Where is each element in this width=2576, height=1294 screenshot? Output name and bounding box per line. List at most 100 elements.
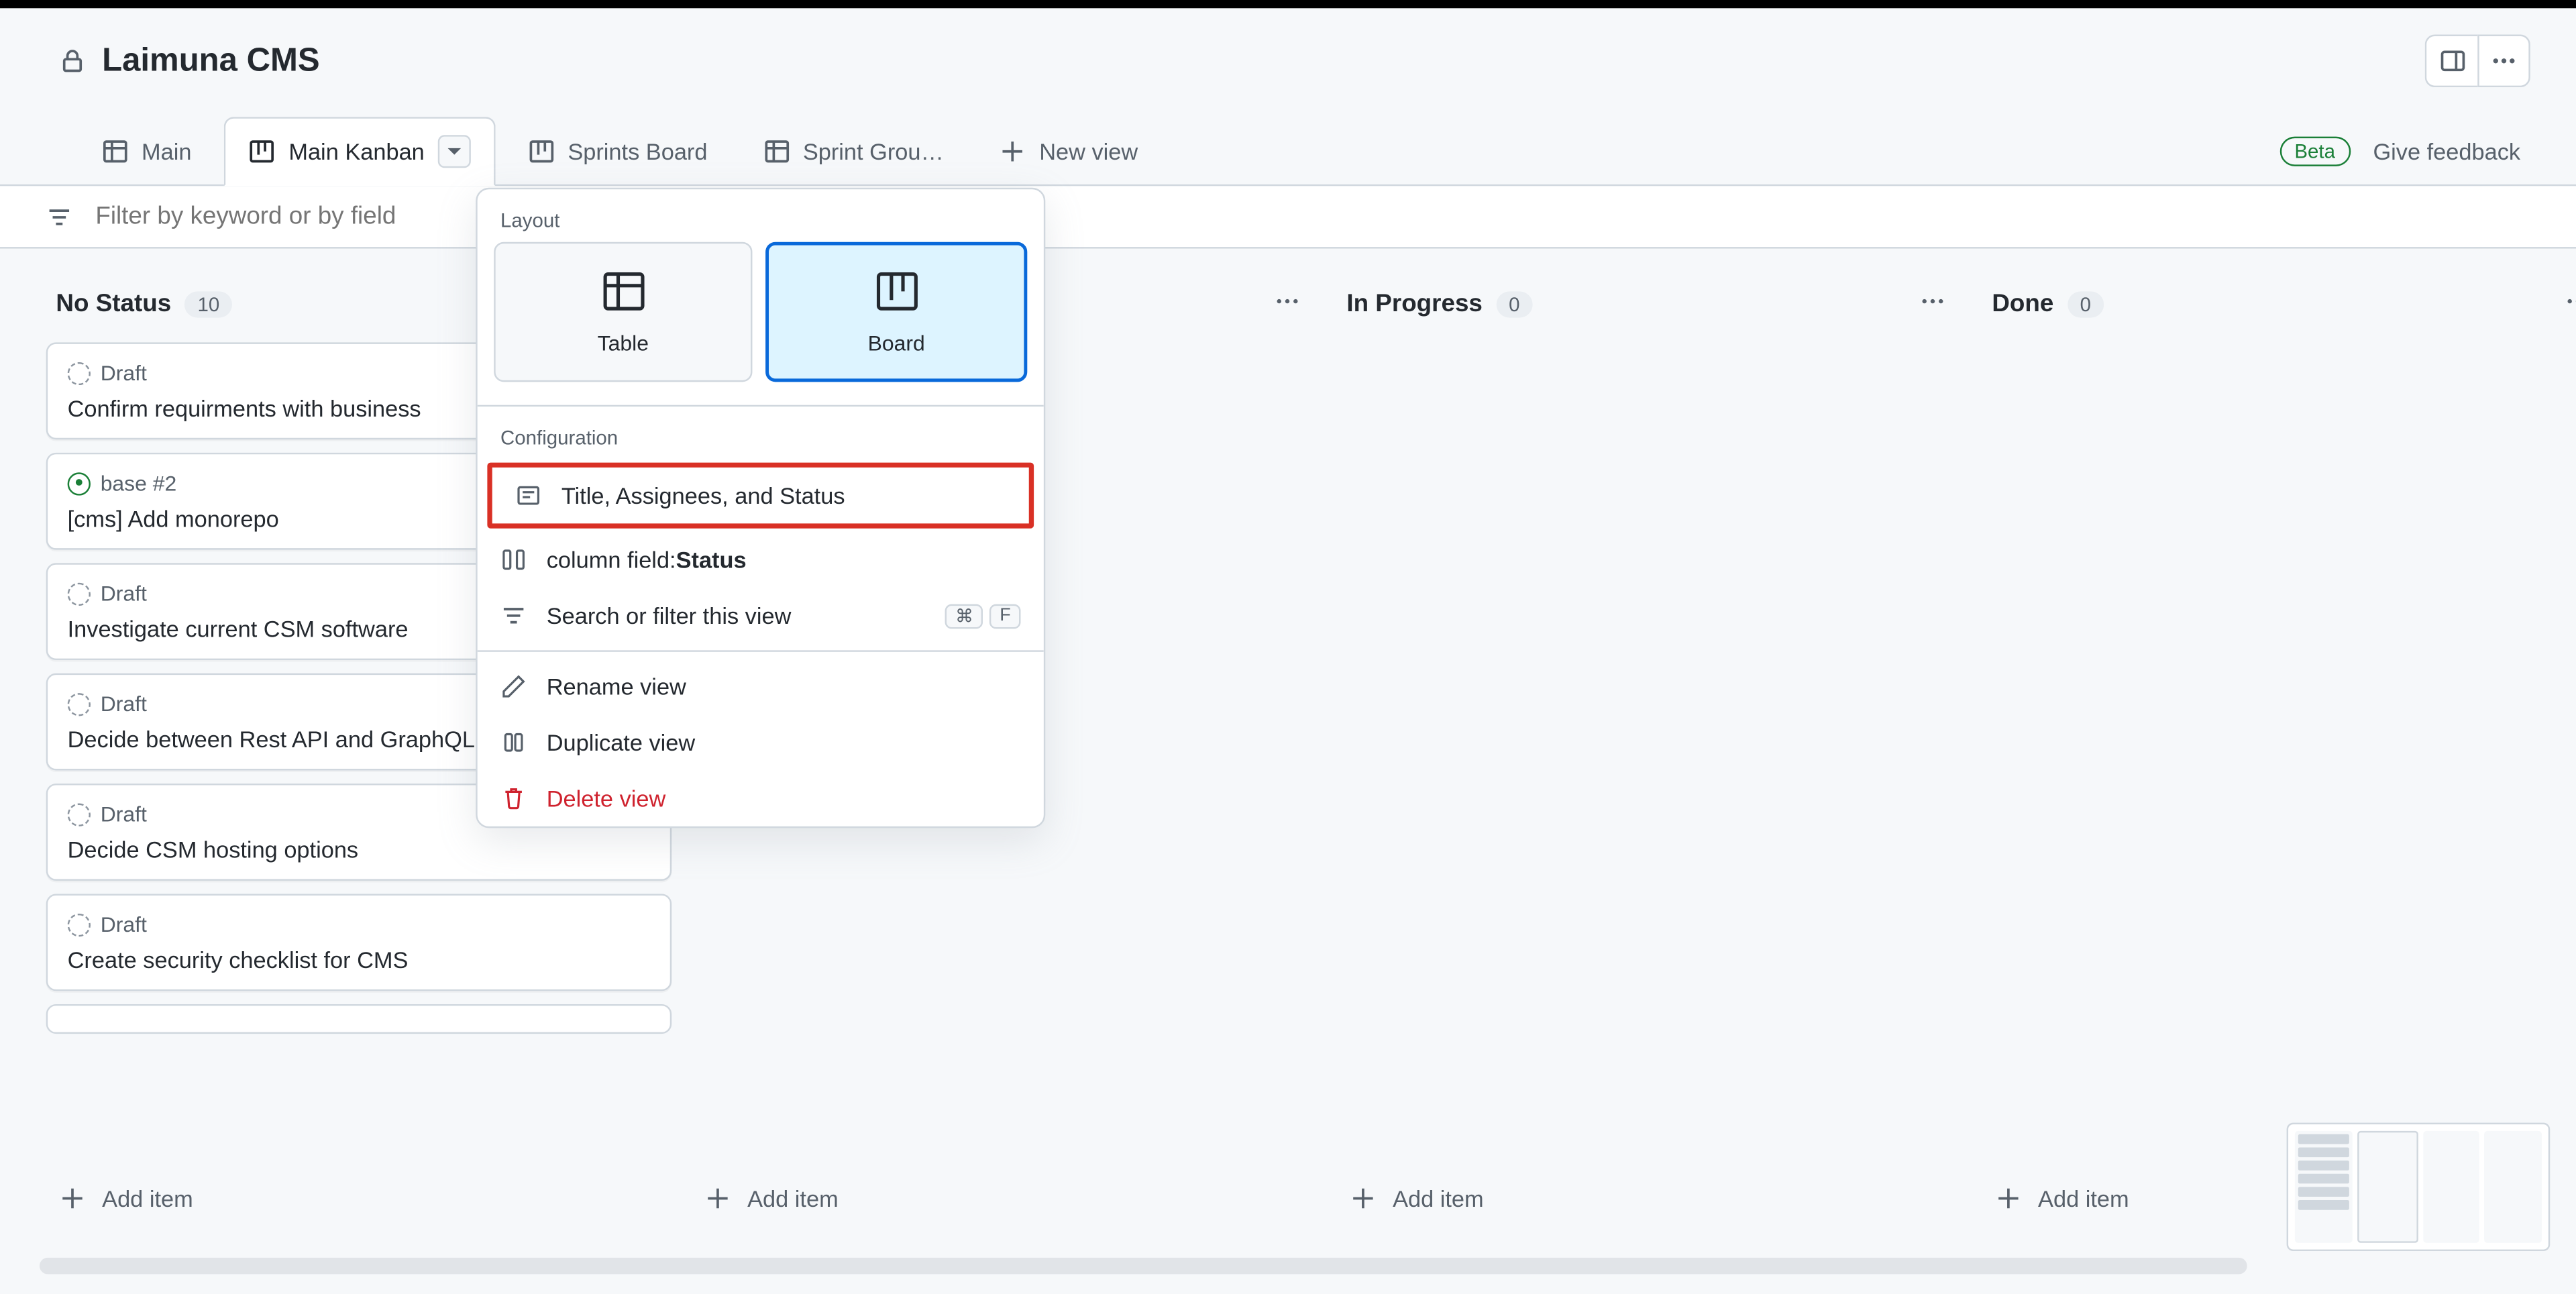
caret-down-icon [446,143,463,160]
view-options-dropdown: Layout Table Board Configuration Title, … [476,188,1045,828]
card-partial[interactable] [46,1004,672,1034]
card[interactable]: Draft Create security checklist for CMS [46,894,672,991]
project-title[interactable]: Laimuna CMS [102,42,320,80]
board-icon [249,138,275,164]
column-menu-button[interactable] [1913,282,1953,326]
column-field-label: column field:Status [547,547,747,573]
duplicate-view-label: Duplicate view [547,729,696,755]
tab-sprints-board[interactable]: Sprints Board [505,121,731,180]
tab-sprint-group[interactable]: Sprint Grou… [741,121,967,180]
board-icon [873,268,920,315]
note-icon [515,482,541,508]
table-icon [763,138,790,164]
add-item-label: Add item [747,1185,839,1211]
board-footer: Add item Add item Add item Add item [0,1165,2576,1231]
tab-label: Main [142,138,192,164]
plus-icon [1995,1185,2021,1211]
search-filter-label: Search or filter this view [547,602,792,629]
column-menu-button[interactable] [2559,282,2576,326]
window-top-border [0,0,2576,8]
lock-icon [59,48,85,74]
panel-icon [2439,48,2465,74]
column-title: No Status [56,290,171,318]
filter-icon [46,203,72,229]
issue-open-icon [68,472,91,494]
filter-bar [0,186,2576,248]
card-title: Create security checklist for CMS [68,947,594,973]
card-badge: Draft [101,802,147,826]
panel-toggle-button[interactable] [2425,35,2478,88]
project-header: Laimuna CMS [0,8,2576,94]
layout-option-board[interactable]: Board [765,242,1027,382]
table-icon [600,268,646,315]
kebab-icon [1919,288,1945,314]
trash-icon [500,786,527,812]
column-in-progress: In Progress 0 [1337,272,1963,343]
add-item-label: Add item [102,1185,193,1211]
column-done: Done 0 [1982,272,2576,343]
column-count: 10 [184,290,233,317]
card-badge: base #2 [101,471,177,496]
plus-icon [704,1185,731,1211]
filter-icon [500,602,527,629]
layout-option-table[interactable]: Table [494,242,752,382]
card-badge: Draft [101,581,147,606]
fields-config-item[interactable]: Title, Assignees, and Status [492,468,1029,523]
tab-main-kanban[interactable]: Main Kanban [225,117,496,186]
pencil-icon [500,673,527,700]
board-icon [528,138,554,164]
draft-icon [68,913,91,936]
minimap-thumbnail[interactable] [2287,1123,2551,1251]
add-item-button[interactable]: Add item [46,1165,672,1231]
add-item-button[interactable]: Add item [1337,1165,1963,1231]
kebab-icon [1274,288,1300,314]
column-title: Done [1992,290,2053,318]
tab-label: Sprint Grou… [803,138,944,164]
plus-icon [1000,138,1026,164]
kebab-menu-button[interactable] [2477,35,2530,88]
layout-option-label: Board [868,331,925,356]
card-title: Decide CSM hosting options [68,837,594,863]
layout-option-label: Table [598,331,649,356]
plus-icon [1350,1185,1376,1211]
tab-main[interactable]: Main [79,121,215,180]
layout-section-label: Layout [478,189,1044,242]
card-badge: Draft [101,912,147,937]
add-item-label: Add item [2038,1185,2129,1211]
rename-view-label: Rename view [547,673,686,700]
search-filter-item[interactable]: Search or filter this view ⌘ F [478,588,1044,643]
view-tabs: Main Main Kanban Sprints Board Sprint Gr… [0,94,2576,186]
rename-view-item[interactable]: Rename view [478,659,1044,714]
column-count: 0 [2067,290,2104,317]
draft-icon [68,802,91,825]
column-count: 0 [1496,290,1534,317]
kanban-board: No Status 10 Draft Confirm requirments w… [0,249,2576,1071]
card-badge: Draft [101,360,147,385]
duplicate-view-item[interactable]: Duplicate view [478,714,1044,770]
plus-icon [59,1185,85,1211]
table-icon [102,138,128,164]
filter-input[interactable] [95,203,2530,231]
column-field-item[interactable]: column field:Status [478,532,1044,588]
highlighted-annotation: Title, Assignees, and Status [487,463,1034,529]
add-item-button[interactable]: Add item [692,1165,1318,1231]
keyboard-shortcut: ⌘ F [945,603,1020,628]
delete-view-item[interactable]: Delete view [478,770,1044,826]
delete-view-label: Delete view [547,786,666,812]
draft-icon [68,582,91,604]
add-item-label: Add item [1393,1185,1484,1211]
horizontal-scrollbar[interactable] [40,1258,2247,1275]
new-view-button[interactable]: New view [977,121,1161,180]
fields-config-label: Title, Assignees, and Status [561,482,845,508]
column-menu-button[interactable] [1268,282,1307,326]
give-feedback-link[interactable]: Give feedback [2373,138,2520,164]
tab-options-caret[interactable] [437,135,470,168]
beta-badge: Beta [2279,136,2350,165]
draft-icon [68,362,91,384]
card-badge: Draft [101,692,147,716]
new-view-label: New view [1039,138,1138,164]
tab-label: Main Kanban [288,138,424,164]
duplicate-icon [500,729,527,755]
columns-icon [500,547,527,573]
configuration-section-label: Configuration [478,407,1044,460]
